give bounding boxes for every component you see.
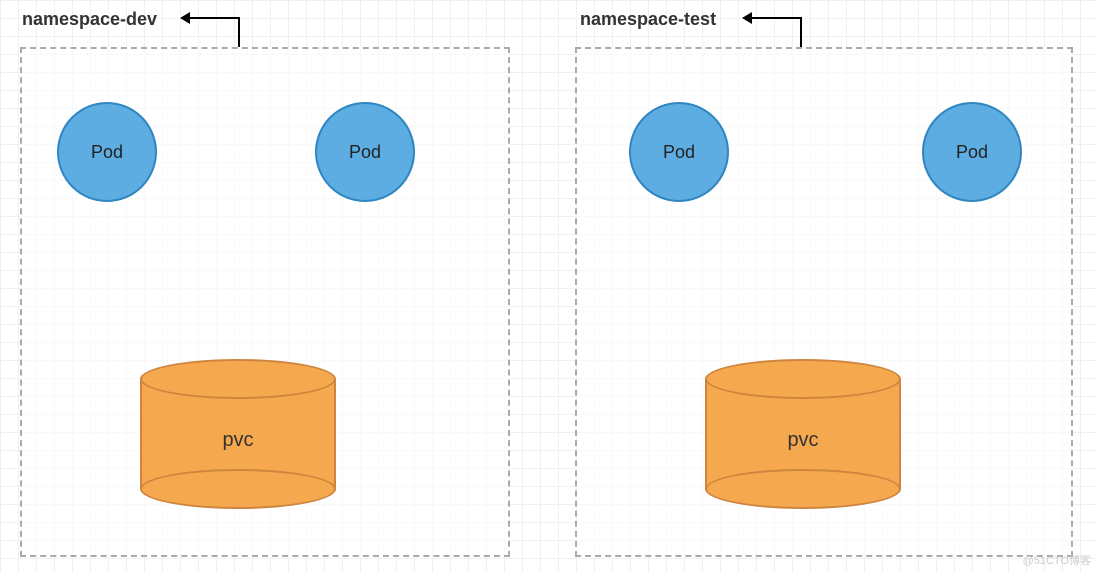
pod-label: Pod: [349, 142, 381, 163]
watermark: @51CTO博客: [1023, 552, 1091, 568]
namespace-test-label: namespace-test: [580, 9, 716, 30]
namespace-dev-box: Pod Pod pvc: [20, 47, 510, 557]
pvc-label: pvc: [705, 429, 901, 452]
pod-label: Pod: [91, 142, 123, 163]
namespace-test-box: Pod Pod pvc: [575, 47, 1073, 557]
pod-dev-2: Pod: [315, 102, 415, 202]
pvc-label: pvc: [140, 429, 336, 452]
pod-dev-1: Pod: [57, 102, 157, 202]
namespace-dev-label: namespace-dev: [22, 9, 157, 30]
pvc-dev: pvc: [140, 359, 336, 509]
pod-label: Pod: [663, 142, 695, 163]
pvc-test: pvc: [705, 359, 901, 509]
pod-label: Pod: [956, 142, 988, 163]
pod-test-1: Pod: [629, 102, 729, 202]
pod-test-2: Pod: [922, 102, 1022, 202]
